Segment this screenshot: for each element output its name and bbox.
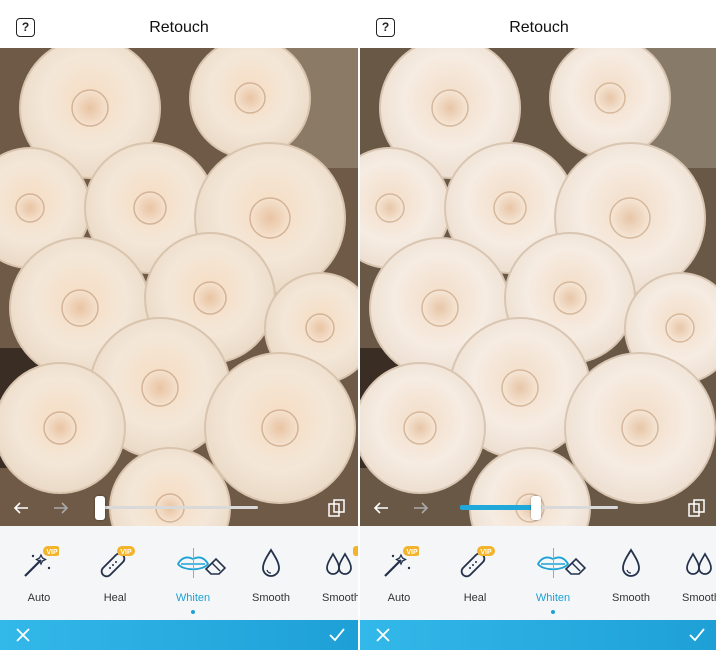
svg-text:VIP: VIP: [46, 549, 58, 556]
checkmark-icon[interactable]: [688, 626, 706, 644]
tool-auto[interactable]: VIP Auto: [364, 546, 434, 604]
svg-text:VIP: VIP: [480, 549, 492, 556]
intensity-slider[interactable]: [460, 496, 618, 520]
tool-label: Smooth: [612, 592, 650, 604]
photo-canvas[interactable]: [0, 48, 358, 526]
tool-smooth[interactable]: Smooth: [236, 546, 306, 604]
drops-icon: [326, 546, 358, 575]
slider-thumb[interactable]: [531, 496, 541, 520]
magic-wand-icon: VIP: [24, 546, 59, 577]
intensity-slider[interactable]: [95, 496, 258, 520]
drop-icon: [262, 548, 280, 577]
redo-arrow-icon[interactable]: [52, 499, 70, 517]
checkmark-icon[interactable]: [328, 626, 346, 644]
tool-heal[interactable]: VIP Heal: [80, 546, 150, 604]
drop-icon: [622, 548, 640, 577]
close-icon[interactable]: [14, 626, 32, 644]
adjust-controls: [0, 490, 358, 526]
svg-text:VIP: VIP: [120, 549, 132, 556]
action-bar: [0, 620, 358, 650]
tool-label: Whiten: [535, 592, 571, 604]
undo-arrow-icon[interactable]: [372, 499, 390, 517]
page-title: Retouch: [509, 19, 569, 36]
top-bar: ? Retouch: [360, 0, 716, 48]
active-indicator: [191, 610, 195, 614]
retouch-screen-after: ? Retouch VIP Auto VIP Heal Whiten Smoot…: [360, 0, 716, 650]
action-bar: [360, 620, 716, 650]
tool-label: Whiten: [175, 592, 211, 604]
tool-tray: VIP Auto VIP Heal Whiten: [360, 526, 716, 620]
compare-icon[interactable]: [688, 499, 706, 517]
eraser-icon[interactable]: [562, 554, 590, 576]
svg-text:VIP: VIP: [406, 549, 418, 556]
tool-smooth[interactable]: Smooth: [596, 546, 666, 604]
tool-label: Heal: [103, 592, 127, 604]
bandage-icon: VIP: [460, 546, 495, 578]
tool-label: Smooth: [252, 592, 290, 604]
tool-label: Heal: [463, 592, 487, 604]
tool-smooth-2[interactable]: Smooth: [306, 546, 358, 604]
redo-arrow-icon[interactable]: [412, 499, 430, 517]
eraser-icon[interactable]: [202, 554, 230, 576]
close-icon[interactable]: [374, 626, 392, 644]
active-indicator: [551, 610, 555, 614]
tool-label: Auto: [387, 592, 411, 604]
retouch-screen-before: ? Retouch VIP Auto VIP Heal Whiten Smoot…: [0, 0, 358, 650]
divider: [193, 548, 194, 578]
magic-wand-icon: VIP: [384, 546, 419, 577]
drops-icon: [686, 552, 712, 575]
slider-thumb[interactable]: [95, 496, 105, 520]
divider: [553, 548, 554, 578]
tool-smooth-2[interactable]: Smooth: [666, 546, 716, 604]
slider-fill: [460, 505, 536, 510]
tool-label: Auto: [27, 592, 51, 604]
bandage-icon: VIP: [100, 546, 135, 578]
compare-icon[interactable]: [328, 499, 346, 517]
tool-label: Smooth: [322, 592, 358, 604]
tool-tray: VIP Auto VIP Heal Whiten: [0, 526, 358, 620]
tool-auto[interactable]: VIP Auto: [4, 546, 74, 604]
top-bar: ? Retouch: [0, 0, 358, 48]
adjust-controls: [360, 490, 716, 526]
page-title: Retouch: [149, 19, 209, 36]
undo-arrow-icon[interactable]: [12, 499, 30, 517]
photo-canvas[interactable]: [360, 48, 716, 526]
tool-label: Smooth: [682, 592, 716, 604]
tool-heal[interactable]: VIP Heal: [440, 546, 510, 604]
